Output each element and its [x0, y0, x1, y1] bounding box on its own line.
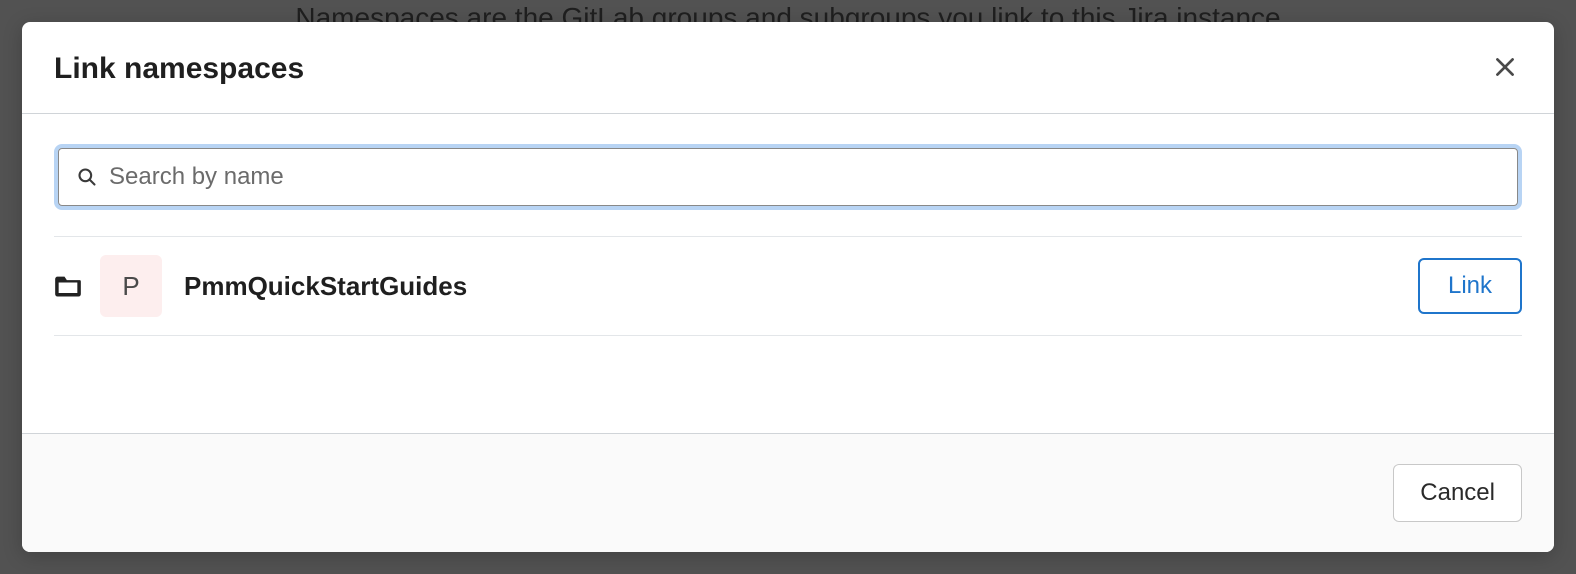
- link-button[interactable]: Link: [1418, 258, 1522, 314]
- search-wrapper: [54, 144, 1522, 210]
- close-button[interactable]: [1488, 50, 1522, 87]
- avatar: P: [100, 255, 162, 317]
- modal-header: Link namespaces: [22, 22, 1554, 114]
- namespace-name: PmmQuickStartGuides: [184, 271, 1418, 302]
- avatar-letter: P: [122, 271, 139, 302]
- close-icon: [1492, 54, 1518, 83]
- search-inner: [58, 148, 1518, 206]
- folder-icon: [54, 274, 82, 298]
- namespace-list: P PmmQuickStartGuides Link: [54, 236, 1522, 336]
- link-namespaces-modal: Link namespaces: [22, 22, 1554, 552]
- modal-footer: Cancel: [22, 433, 1554, 552]
- search-icon: [77, 167, 97, 187]
- cancel-button[interactable]: Cancel: [1393, 464, 1522, 522]
- search-input[interactable]: [109, 163, 1499, 191]
- list-item: P PmmQuickStartGuides Link: [54, 237, 1522, 336]
- modal-title: Link namespaces: [54, 52, 304, 86]
- modal-body: P PmmQuickStartGuides Link: [22, 114, 1554, 433]
